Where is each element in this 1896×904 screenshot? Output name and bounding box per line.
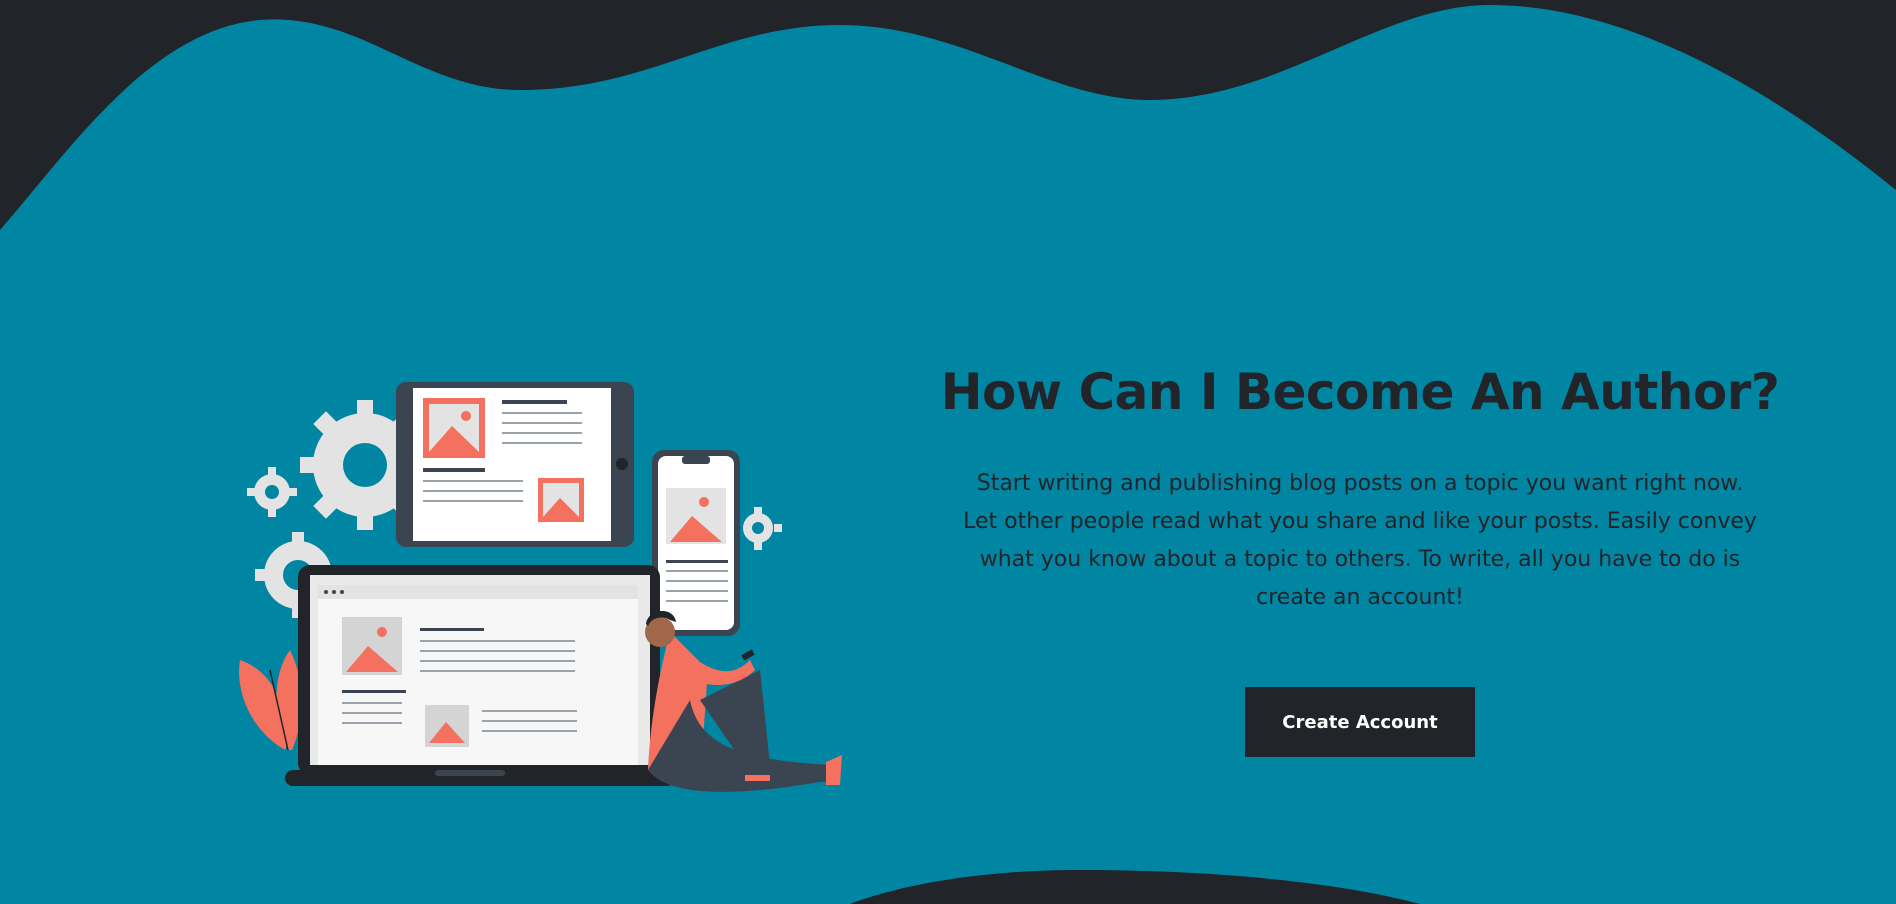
laptop-icon xyxy=(285,565,675,786)
hero-illustration xyxy=(239,382,842,792)
gear-icon xyxy=(247,467,297,517)
hero-description: Start writing and publishing blog posts … xyxy=(963,471,1757,610)
tablet-icon xyxy=(396,382,634,547)
create-account-button[interactable]: Create Account xyxy=(1245,687,1475,757)
hero-content: How Can I Become An Author? Start writin… xyxy=(940,360,1780,757)
gear-icon xyxy=(743,507,782,550)
person-illustration xyxy=(645,610,842,792)
phone-icon xyxy=(652,450,740,636)
page: How Can I Become An Author? Start writin… xyxy=(0,0,1896,904)
plant-icon xyxy=(239,650,302,751)
page-title: How Can I Become An Author? xyxy=(940,363,1780,421)
